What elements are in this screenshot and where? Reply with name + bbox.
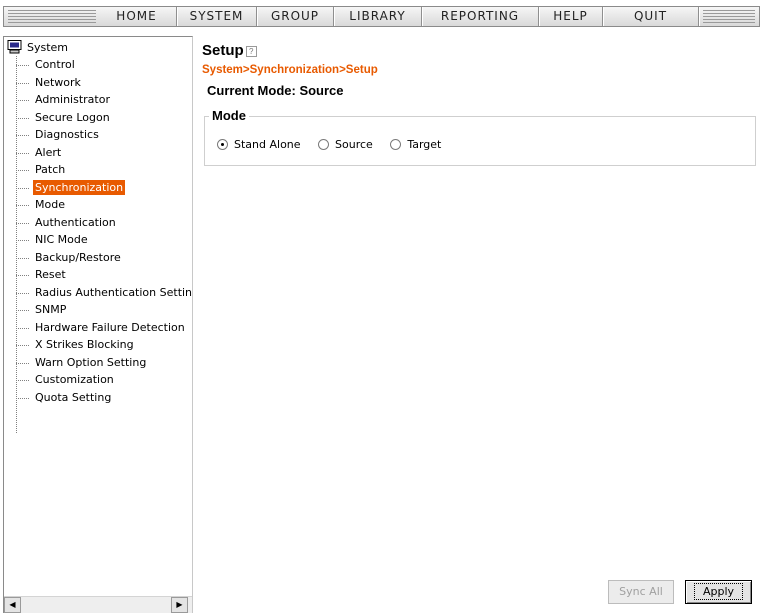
sidebar-item-label: Network xyxy=(35,75,81,89)
sidebar-item-label: Secure Logon xyxy=(35,110,110,124)
sidebar-item-label: Backup/Restore xyxy=(35,250,121,264)
sidebar-item-label: Authentication xyxy=(35,215,116,229)
sidebar-item-customization[interactable]: Customization xyxy=(16,371,192,389)
sidebar-item-mode[interactable]: Mode xyxy=(16,196,192,214)
sync-all-button[interactable]: Sync All xyxy=(608,580,674,604)
sidebar-item-label: Quota Setting xyxy=(35,390,112,404)
page-title: Setup xyxy=(202,42,244,59)
scroll-left-icon[interactable]: ◀ xyxy=(4,597,21,613)
scroll-right-icon[interactable]: ▶ xyxy=(171,597,188,613)
radio-stand-alone[interactable]: Stand Alone xyxy=(217,138,301,151)
menu-library[interactable]: LIBRARY xyxy=(334,7,422,26)
sidebar-item-diagnostics[interactable]: Diagnostics xyxy=(16,126,192,144)
top-menu-bar: HOME SYSTEM GROUP LIBRARY REPORTING HELP… xyxy=(0,0,763,33)
sidebar-item-secure-logon[interactable]: Secure Logon xyxy=(16,109,192,127)
sidebar-item-label: Control xyxy=(35,58,75,71)
sidebar-item-label: Reset xyxy=(35,268,66,281)
sidebar-item-snmp[interactable]: SNMP xyxy=(16,301,192,319)
apply-button[interactable]: Apply xyxy=(685,580,752,604)
sidebar-item-label: Mode xyxy=(35,198,65,211)
sidebar-item-reset[interactable]: Reset xyxy=(16,266,192,284)
menu-grip-right xyxy=(703,10,755,23)
sidebar-item-quota-setting[interactable]: Quota Setting xyxy=(16,389,192,407)
sidebar-item-authentication[interactable]: Authentication xyxy=(16,214,192,232)
main-content: Setup? System>Synchronization>Setup Curr… xyxy=(196,36,763,613)
help-icon[interactable]: ? xyxy=(245,46,257,57)
horizontal-scrollbar[interactable]: ◀ ▶ xyxy=(4,596,192,613)
sidebar-item-patch[interactable]: Patch xyxy=(16,161,192,179)
radio-button[interactable] xyxy=(390,139,402,150)
sidebar-item-label: NIC Mode xyxy=(35,233,88,246)
menu-home[interactable]: HOME xyxy=(97,7,177,26)
tree-root-system[interactable]: System xyxy=(7,39,68,56)
mode-radio-group: Stand Alone Source Target xyxy=(217,138,455,151)
menu-quit[interactable]: QUIT xyxy=(603,7,699,26)
sidebar-item-label: Alert xyxy=(35,145,62,159)
menu-help[interactable]: HELP xyxy=(539,7,603,26)
radio-label: Target xyxy=(407,138,442,151)
sidebar-item-label: Hardware Failure Detection xyxy=(35,320,185,334)
sidebar-item-administrator[interactable]: Administrator xyxy=(16,91,192,109)
current-mode-label: Current Mode: Source xyxy=(207,83,344,98)
menu-group[interactable]: GROUP xyxy=(257,7,334,26)
radio-button[interactable] xyxy=(318,139,330,150)
tree-root-label: System xyxy=(27,41,69,54)
menu-bar-frame: HOME SYSTEM GROUP LIBRARY REPORTING HELP… xyxy=(3,6,760,27)
sidebar-tree: System Control Network Administrator Sec… xyxy=(3,36,193,613)
tree-list: Control Network Administrator Secure Log… xyxy=(16,56,193,407)
sidebar-item-network[interactable]: Network xyxy=(16,74,192,92)
sidebar-item-backup-restore[interactable]: Backup/Restore xyxy=(16,249,192,267)
sidebar-item-label: Administrator xyxy=(35,93,110,106)
menu-system[interactable]: SYSTEM xyxy=(177,7,257,26)
sidebar-item-label: Radius Authentication Setting xyxy=(35,285,193,299)
sidebar-item-nic-mode[interactable]: NIC Mode xyxy=(16,231,192,249)
sidebar-item-alert[interactable]: Alert xyxy=(16,144,192,162)
menu-grip-left xyxy=(8,10,96,23)
radio-button-checked[interactable] xyxy=(217,139,228,150)
sidebar-item-synchronization[interactable]: Synchronization xyxy=(16,179,192,197)
sidebar-item-label: Synchronization xyxy=(33,179,126,195)
sidebar-item-x-strikes[interactable]: X Strikes Blocking xyxy=(16,336,192,354)
mode-legend: Mode xyxy=(209,108,249,123)
sidebar-item-warn-option[interactable]: Warn Option Setting xyxy=(16,354,192,372)
breadcrumb: System>Synchronization>Setup xyxy=(202,64,378,76)
sidebar-item-control[interactable]: Control xyxy=(16,56,192,74)
sidebar-item-label: Patch xyxy=(35,163,66,176)
radio-label: Source xyxy=(335,138,373,151)
mode-fieldset: Mode Stand Alone Source Target xyxy=(204,108,756,166)
sidebar-item-radius-auth[interactable]: Radius Authentication Setting xyxy=(16,284,193,302)
sidebar-item-hardware-failure[interactable]: Hardware Failure Detection xyxy=(16,319,192,337)
page-title-row: Setup? xyxy=(202,42,257,59)
apply-button-label: Apply xyxy=(693,583,744,600)
radio-target[interactable]: Target xyxy=(390,138,441,151)
sidebar-item-label: X Strikes Blocking xyxy=(35,338,134,351)
radio-source[interactable]: Source xyxy=(318,138,373,151)
monitor-icon xyxy=(7,40,23,54)
sidebar-item-label: Warn Option Setting xyxy=(35,355,147,369)
sidebar-item-label: Diagnostics xyxy=(35,128,99,141)
menu-reporting[interactable]: REPORTING xyxy=(422,7,539,26)
radio-label: Stand Alone xyxy=(234,138,301,151)
sidebar-item-label: SNMP xyxy=(35,303,67,316)
sidebar-item-label: Customization xyxy=(35,373,114,386)
